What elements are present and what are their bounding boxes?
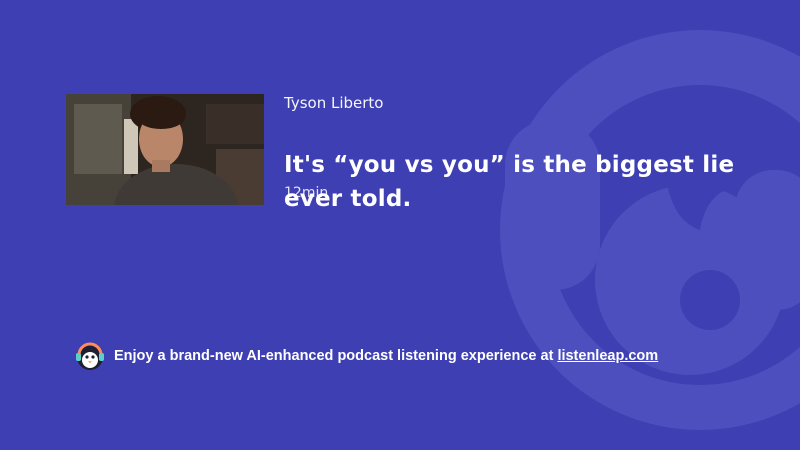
episode-duration: 12min xyxy=(284,185,329,201)
episode-thumbnail[interactable] xyxy=(66,94,264,205)
listenleap-link[interactable]: listenleap.com xyxy=(557,348,658,364)
promo-banner: Enjoy a brand-new AI-enhanced podcast li… xyxy=(74,341,658,371)
promo-message: Enjoy a brand-new AI-enhanced podcast li… xyxy=(114,348,558,364)
headphone-mascot-icon xyxy=(500,30,800,430)
author-name[interactable]: Tyson Liberto xyxy=(284,94,383,112)
penguin-logo-icon xyxy=(76,342,104,370)
episode-title[interactable]: It's “you vs you” is the biggest lie eve… xyxy=(284,148,764,216)
video-frame-image xyxy=(66,94,264,205)
promo-text: Enjoy a brand-new AI-enhanced podcast li… xyxy=(114,348,658,364)
